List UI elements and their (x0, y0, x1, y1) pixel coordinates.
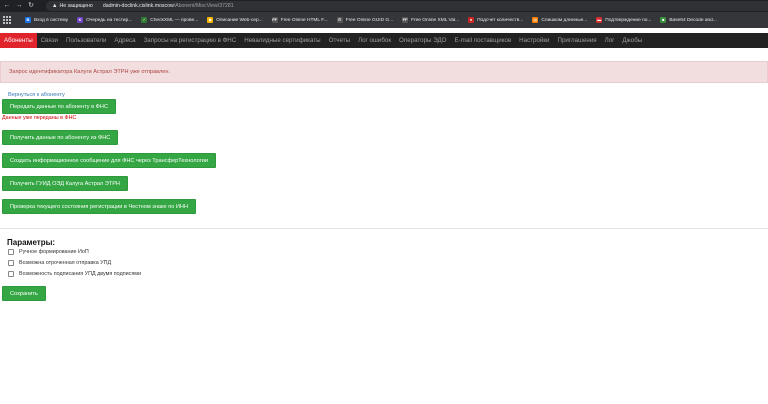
bookmark-item[interactable]: ● Подсчет количеств... (468, 17, 523, 23)
bookmark-puzzle-icon: ◆ (207, 17, 214, 23)
nav-item[interactable]: Приглашения (554, 33, 601, 48)
option-label: Ручное формирование ИоП (19, 249, 89, 255)
url-bar[interactable]: ▲ Не защищено dadmin-doclink.cislink.mos… (46, 1, 768, 11)
back-arrow-icon[interactable]: ← (2, 1, 12, 11)
nav-item[interactable]: Абоненты (0, 33, 37, 48)
url-path: /Abonent/MiscView/37281 (173, 3, 234, 9)
reload-icon[interactable]: ↻ (26, 1, 36, 11)
nav-item[interactable]: Лог ошибок (354, 33, 395, 48)
browser-address-bar: ← → ↻ ▲ Не защищено dadmin-doclink.cisli… (0, 0, 768, 12)
bookmark-item[interactable]: ▬ Подтверждение по... (596, 17, 651, 23)
get-from-fns-button[interactable]: Получить данные по абоненту из ФНС (2, 130, 119, 145)
nav-item[interactable]: Лог (601, 33, 619, 48)
option-row[interactable]: Возможность подписания УПД двумя подпися… (8, 271, 141, 277)
bookmark-label: Free Online XML Val... (411, 17, 460, 23)
bookmarks-bar: B Вход в систему K Очередь на тестир... ✓ Che… (0, 12, 768, 28)
bookmark-item[interactable]: ▤ Слишком длинные... (532, 17, 587, 23)
option-checkbox[interactable] (8, 249, 14, 255)
insecure-label: Не защищено (59, 3, 93, 9)
bookmark-ff-icon: FF (271, 17, 278, 23)
main-nav: Абоненты Связи Пользователи Адреса Запросы н… (0, 33, 768, 48)
bookmark-label: Подтверждение по... (605, 17, 652, 23)
bookmark-label: Free Online HTML F... (280, 17, 328, 23)
option-checkbox[interactable] (8, 260, 14, 266)
nav-item[interactable]: Запросы на регистрацию в ФНС (140, 33, 241, 48)
nav-item[interactable]: Отчеты (325, 33, 354, 48)
bookmark-label: Base64 Decode and... (669, 17, 717, 23)
bookmark-item[interactable]: ✓ CheckXML — прове... (141, 17, 198, 23)
bookmark-label: CheckXML — прове... (150, 17, 199, 23)
send-to-fns-button[interactable]: Передать данные по абоненту в ФНС (2, 99, 116, 114)
bookmark-b-icon: B (25, 17, 31, 23)
nav-item[interactable]: Адреса (110, 33, 139, 48)
nav-item[interactable]: E-mail поставщиков (450, 33, 515, 48)
bookmark-doc-icon: ✓ (141, 17, 148, 23)
divider (0, 228, 768, 229)
create-info-message-button[interactable]: Создать информационное сообщение для ФНС… (2, 153, 216, 168)
bookmark-ff-icon: FF (402, 17, 409, 23)
option-row[interactable]: Ручное формирование ИоП (8, 249, 89, 255)
nav-item[interactable]: Связи (37, 33, 62, 48)
bookmark-label: Подсчет количеств... (477, 17, 524, 23)
bookmark-item[interactable]: ⚙ Free Online GUID G... (336, 17, 394, 23)
bookmark-item[interactable]: FF Free Online HTML F... (271, 17, 328, 23)
bookmark-circle-icon: ● (468, 17, 475, 23)
bookmark-label: Free Online GUID G... (345, 17, 394, 23)
option-row[interactable]: Возможна отроченная отправка УПД (8, 260, 111, 266)
url-host: dadmin-doclink.cislink.moscow (102, 3, 174, 9)
nav-item[interactable]: Настройки (515, 33, 553, 48)
back-to-abonent-link[interactable]: Вернуться к абоненту (8, 92, 65, 98)
nav-item[interactable]: Невалидные сертификаты (240, 33, 324, 48)
bookmark-k-icon: K (77, 17, 84, 23)
bookmark-label: Слишком длинные... (541, 17, 588, 23)
bookmark-item[interactable]: FF Free Online XML Val... (402, 17, 459, 23)
alert-message: Запрос идентификатора Калуги Астрал ЭТРН… (0, 61, 768, 83)
bookmark-item[interactable]: ■ Base64 Decode and... (660, 17, 717, 23)
apps-grid-icon[interactable] (3, 16, 11, 24)
bookmark-label: Вход в систему (34, 17, 69, 23)
check-registration-button[interactable]: Проверка текущего состояния регистрации … (2, 199, 196, 214)
option-label: Возможна отроченная отправка УПД (19, 260, 112, 266)
save-button[interactable]: Сохранить (2, 286, 46, 301)
bookmark-square-icon: ■ (660, 17, 667, 23)
nav-item[interactable]: Джобы (618, 33, 646, 48)
bookmark-gear-icon: ⚙ (336, 17, 343, 23)
option-label: Возможность подписания УПД двумя подпися… (19, 271, 141, 277)
params-title: Параметры: (7, 238, 56, 247)
error-text: Данные уже переданы в ФНС (2, 115, 77, 121)
forward-arrow-icon[interactable]: → (14, 1, 24, 11)
warning-icon: ▲ (52, 3, 58, 9)
get-guid-button[interactable]: Получить ГУИД ОЭД Калуга Астрал ЭТРН (2, 176, 128, 191)
option-checkbox[interactable] (8, 271, 14, 277)
bookmark-label: Описание Web-сер... (216, 17, 263, 23)
bookmark-flag-icon: ▬ (596, 17, 603, 23)
bookmark-item[interactable]: K Очередь на тестир... (77, 17, 132, 23)
nav-item[interactable]: Операторы ЭДО (395, 33, 450, 48)
bookmark-label: Очередь на тестир... (86, 17, 133, 23)
bookmark-item[interactable]: ◆ Описание Web-сер... (207, 17, 263, 23)
bookmark-table-icon: ▤ (532, 17, 539, 23)
nav-item[interactable]: Пользователи (62, 33, 110, 48)
bookmark-item[interactable]: B Вход в систему (25, 17, 68, 23)
